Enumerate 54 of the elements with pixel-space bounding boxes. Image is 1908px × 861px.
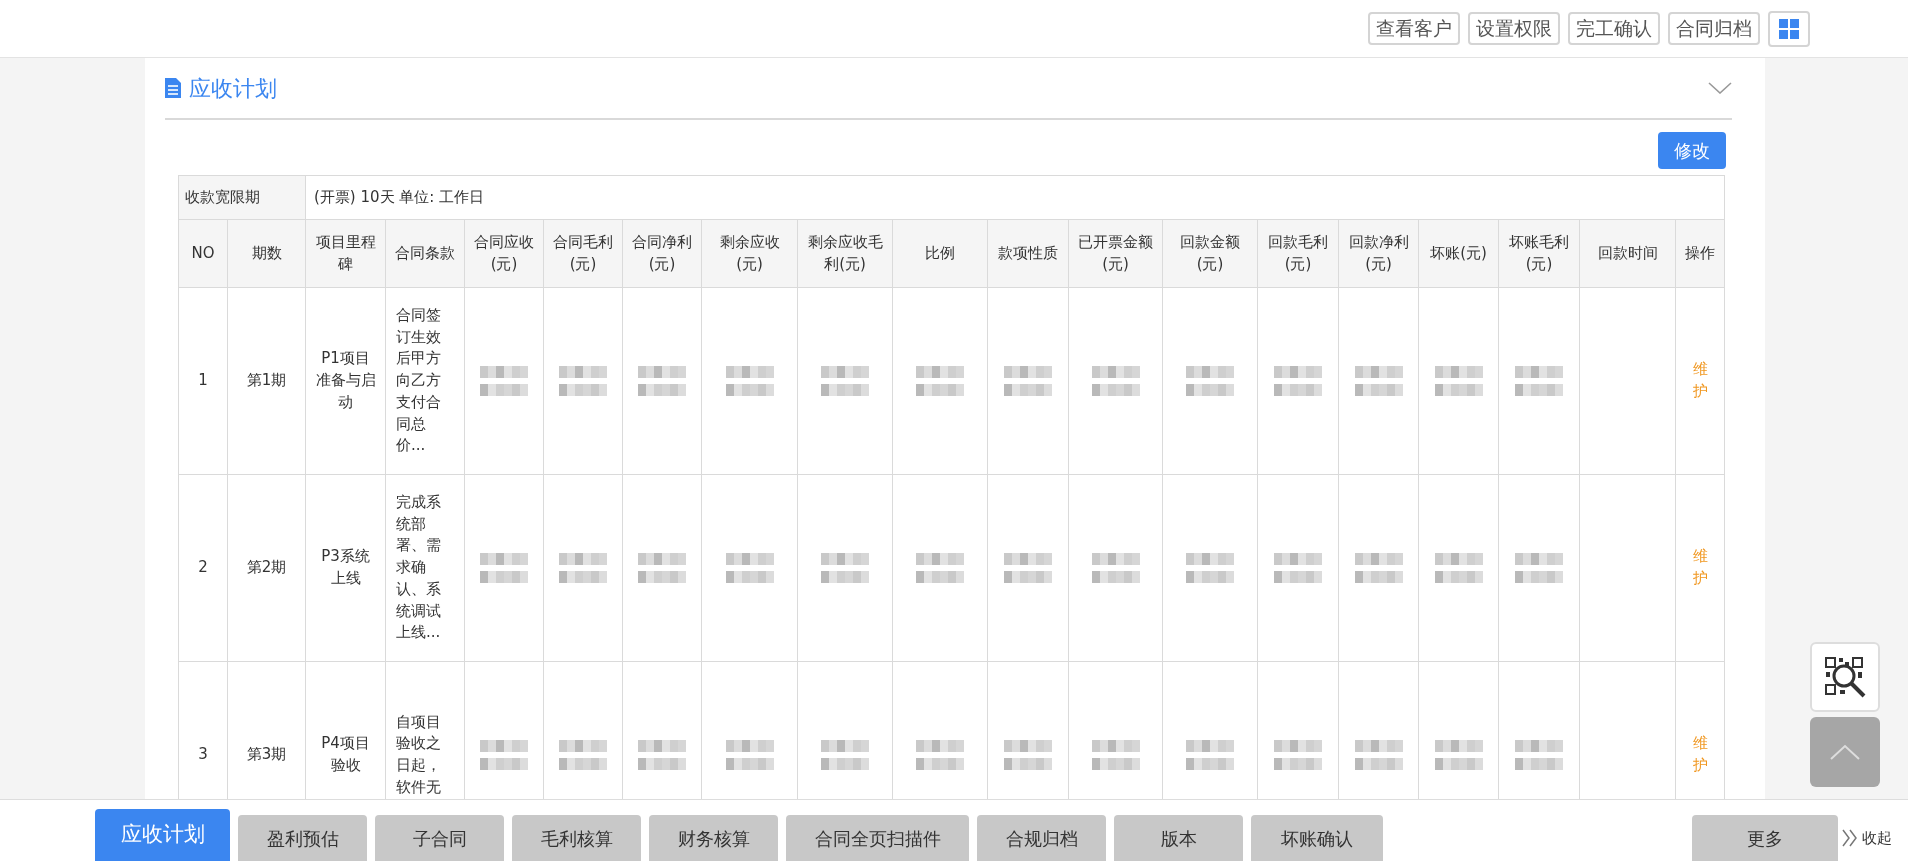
column-header: 操作 xyxy=(1675,219,1725,288)
column-header: 坏账(元) xyxy=(1418,219,1499,288)
column-header: 比例 xyxy=(892,219,988,288)
tab[interactable]: 盈利预估 xyxy=(238,815,367,861)
period-cell: 第1期 xyxy=(227,287,306,475)
column-header: 合同条款 xyxy=(385,219,465,288)
toolbar-button[interactable]: 设置权限 xyxy=(1468,11,1560,46)
double-chevron-icon xyxy=(1842,829,1858,847)
collapse-link[interactable]: 收起 xyxy=(1842,815,1892,861)
tab[interactable]: 毛利核算 xyxy=(512,815,641,861)
row-number: 1 xyxy=(178,287,228,475)
terms-cell: 完成系统部署、需求确认、系统调试上线... xyxy=(385,474,465,662)
column-header: 合同净利(元) xyxy=(622,219,702,288)
toolbar-button[interactable]: 完工确认 xyxy=(1568,11,1660,46)
column-header: 期数 xyxy=(227,219,306,288)
column-header: 剩余应收毛利(元) xyxy=(797,219,893,288)
grace-value: (开票) 10天 单位: 工作日 xyxy=(305,175,1725,220)
column-header: 合同毛利(元) xyxy=(543,219,623,288)
tab[interactable]: 应收计划 xyxy=(95,809,230,861)
milestone-cell: P3系统上线 xyxy=(305,474,386,662)
toolbar-button[interactable]: 查看客户 xyxy=(1368,11,1460,46)
column-header: 回款净利 (元) xyxy=(1338,219,1419,288)
section-title: 应收计划 xyxy=(189,74,277,103)
tab[interactable]: 子合同 xyxy=(375,815,504,861)
tab[interactable]: 合规归档 xyxy=(977,815,1106,861)
milestone-cell: P1项目准备与启动 xyxy=(305,287,386,475)
grace-label: 收款宽限期 xyxy=(178,175,306,220)
column-header: NO xyxy=(178,219,228,288)
column-header: 已开票金额 (元) xyxy=(1068,219,1163,288)
column-header: 回款毛利 (元) xyxy=(1257,219,1339,288)
column-header: 回款金额(元) xyxy=(1162,219,1258,288)
more-button[interactable]: 更多 xyxy=(1692,815,1838,861)
column-header: 回款时间 xyxy=(1579,219,1676,288)
edit-button[interactable]: 修改 xyxy=(1658,132,1726,169)
column-header: 坏账毛利(元) xyxy=(1498,219,1580,288)
chevron-down-icon[interactable] xyxy=(1708,82,1732,94)
toolbar-button[interactable]: 合同归档 xyxy=(1668,11,1760,46)
column-header: 剩余应收(元) xyxy=(701,219,798,288)
grid-icon xyxy=(1779,18,1799,39)
tab[interactable]: 坏账确认 xyxy=(1251,815,1383,861)
row-number: 2 xyxy=(178,474,228,662)
period-cell: 第2期 xyxy=(227,474,306,662)
column-header: 款项性质 xyxy=(987,219,1069,288)
chevron-up-icon xyxy=(1830,744,1860,760)
tab[interactable]: 合同全页扫描件 xyxy=(786,815,969,861)
qr-search-icon xyxy=(1824,656,1866,698)
grid-menu-button[interactable] xyxy=(1768,10,1810,47)
qr-scan-button[interactable] xyxy=(1810,642,1880,712)
tab[interactable]: 财务核算 xyxy=(649,815,778,861)
document-icon xyxy=(165,78,181,98)
tab[interactable]: 版本 xyxy=(1114,815,1243,861)
terms-cell: 合同签订生效后甲方向乙方支付合同总价... xyxy=(385,287,465,475)
column-header: 合同应收 (元) xyxy=(464,219,544,288)
column-header: 项目里程碑 xyxy=(305,219,386,288)
